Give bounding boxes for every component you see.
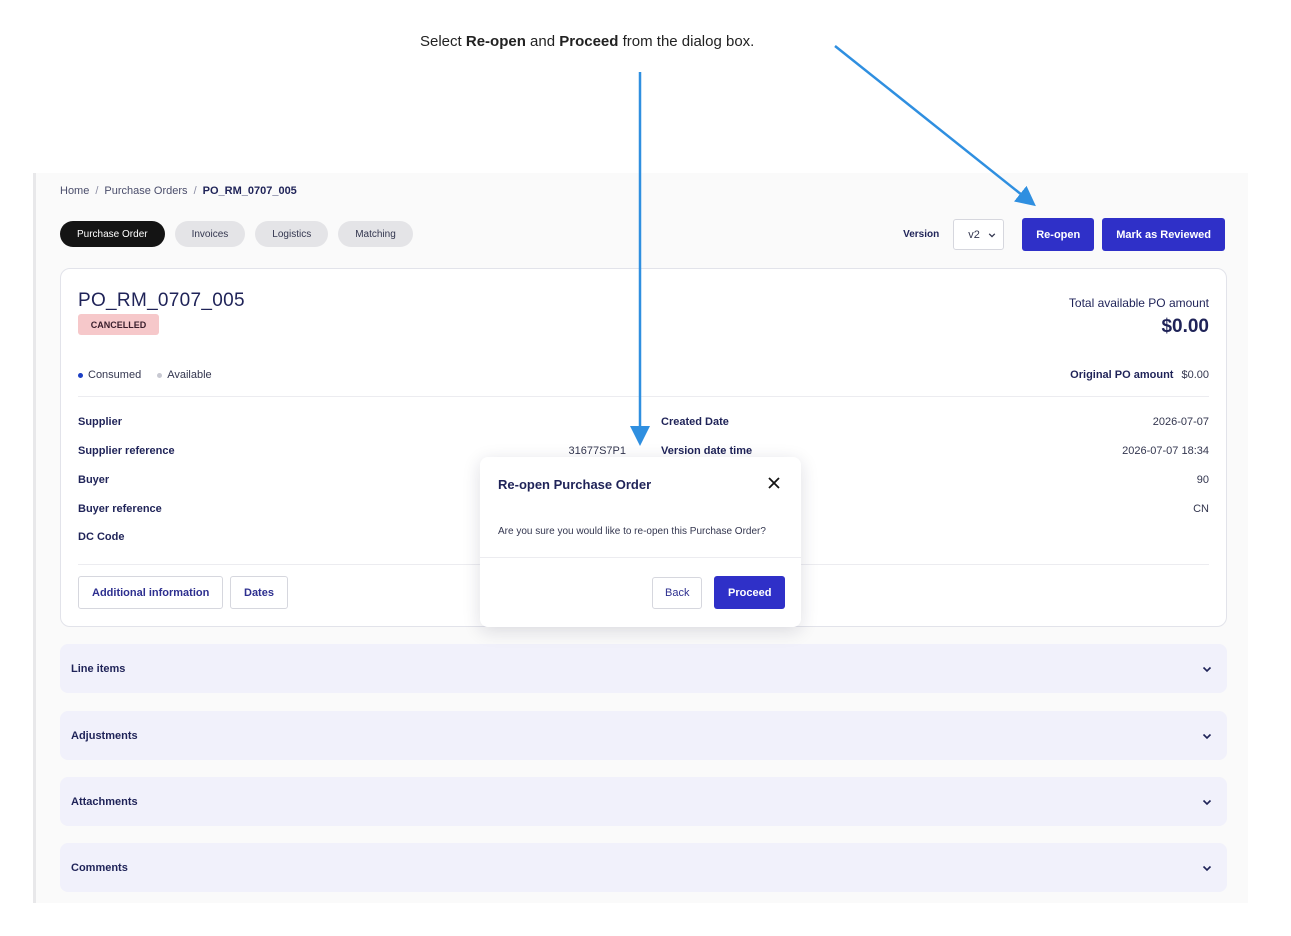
dialog-message: Are you sure you would like to re-open t… (498, 526, 766, 537)
accordion-label: Attachments (71, 795, 138, 808)
instruction-prefix: Select (420, 33, 466, 50)
breadcrumb-separator: / (193, 185, 197, 197)
legend-available-label: Available (167, 369, 212, 381)
original-po-label: Original PO amount (1070, 369, 1174, 381)
version-value: v2 (968, 228, 980, 241)
chevron-down-icon (1202, 799, 1212, 805)
accordion-adjustments[interactable]: Adjustments (60, 711, 1227, 760)
created-date-label: Created Date (661, 416, 729, 428)
supplier-reference-label: Supplier reference (78, 445, 175, 457)
reopen-dialog: Re-open Purchase Order Are you sure you … (480, 457, 801, 627)
dc-code-label: DC Code (78, 531, 125, 543)
legend-consumed-label: Consumed (88, 369, 142, 381)
tab-purchase-order[interactable]: Purchase Order (60, 221, 165, 247)
mark-reviewed-button[interactable]: Mark as Reviewed (1102, 218, 1225, 251)
po-title: PO_RM_0707_005 (78, 290, 245, 311)
tab-matching[interactable]: Matching (338, 221, 413, 247)
additional-information-button[interactable]: Additional information (78, 576, 224, 609)
breadcrumb-home[interactable]: Home (60, 185, 89, 197)
breadcrumb: Home / Purchase Orders / PO_RM_0707_005 (60, 185, 297, 197)
consumed-dot-icon (78, 372, 83, 378)
reopen-button[interactable]: Re-open (1022, 218, 1095, 251)
usage-legend: Consumed Available (78, 369, 212, 381)
total-available-value: $0.00 (1161, 316, 1209, 337)
instruction-proceed: Proceed (559, 33, 619, 50)
dates-button[interactable]: Dates (230, 576, 288, 609)
created-date-value: 2026-07-07 (1152, 416, 1209, 428)
field-value-cn: CN (1193, 503, 1209, 515)
legend-available: Available (157, 369, 212, 381)
dialog-title: Re-open Purchase Order (498, 477, 652, 492)
version-select[interactable]: v2 (953, 219, 1005, 250)
accordion-label: Comments (71, 861, 128, 874)
version-date-time-value: 2026-07-07 18:34 (1122, 445, 1209, 457)
total-available-label: Total available PO amount (1068, 296, 1209, 310)
legend-consumed: Consumed (78, 369, 141, 381)
field-value-90: 90 (1196, 474, 1209, 486)
supplier-label: Supplier (78, 416, 123, 428)
original-po-amount: Original PO amount $0.00 (1070, 369, 1209, 381)
buyer-label: Buyer (78, 474, 110, 486)
toolbar: Version v2 Re-open Mark as Reviewed (903, 218, 1225, 251)
breadcrumb-current: PO_RM_0707_005 (202, 185, 297, 197)
back-button[interactable]: Back (652, 577, 703, 609)
divider (480, 557, 801, 558)
divider (78, 396, 1209, 397)
breadcrumb-separator: / (95, 185, 99, 197)
accordion-comments[interactable]: Comments (60, 843, 1227, 892)
chevron-down-icon (1202, 666, 1212, 672)
accordion-label: Line items (71, 662, 126, 675)
screenshot-stage: Select Re-open and Proceed from the dial… (0, 0, 1291, 936)
accordion-line-items[interactable]: Line items (60, 644, 1227, 693)
buyer-reference-label: Buyer reference (78, 503, 162, 515)
chevron-down-icon (988, 232, 996, 238)
tab-logistics[interactable]: Logistics (255, 221, 329, 247)
available-dot-icon (157, 372, 163, 378)
chevron-down-icon (1202, 865, 1212, 871)
version-date-time-label: Version date time (661, 445, 753, 457)
tab-invoices[interactable]: Invoices (174, 221, 246, 247)
accordion-attachments[interactable]: Attachments (60, 777, 1227, 826)
proceed-button[interactable]: Proceed (714, 576, 786, 609)
instruction-reopen: Re-open (465, 33, 526, 50)
version-label: Version (903, 229, 940, 240)
accordion-label: Adjustments (71, 729, 138, 742)
status-badge: CANCELLED (78, 314, 159, 335)
instruction-middle: and (525, 33, 560, 50)
supplier-reference-value: 31677S7P1 (568, 445, 627, 457)
close-icon[interactable] (767, 476, 781, 490)
tab-bar: Purchase Order Invoices Logistics Matchi… (60, 221, 413, 247)
instruction-suffix: from the dialog box. (618, 33, 755, 50)
instruction-caption: Select Re-open and Proceed from the dial… (420, 33, 860, 50)
breadcrumb-purchase-orders[interactable]: Purchase Orders (104, 185, 187, 197)
original-po-value: $0.00 (1181, 369, 1209, 381)
chevron-down-icon (1202, 733, 1212, 739)
